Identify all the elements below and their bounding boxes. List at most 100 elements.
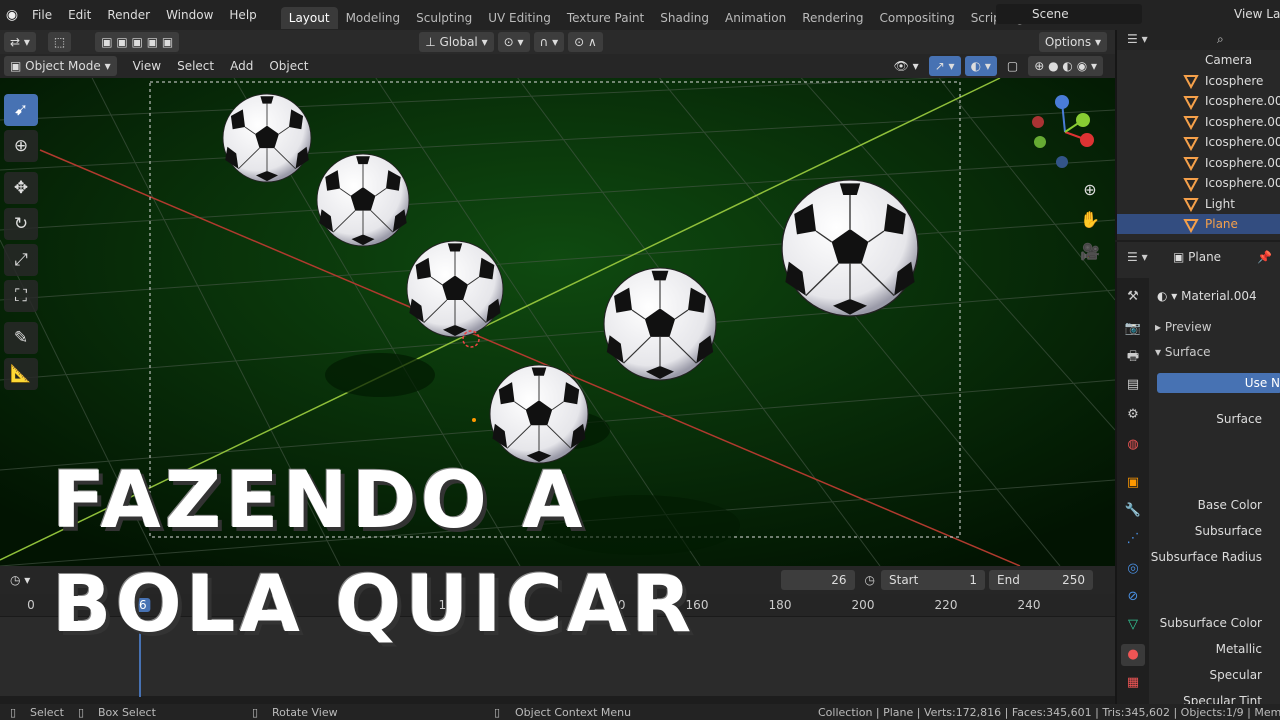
ruler-tick: 240 <box>1017 598 1041 612</box>
annotate-icon[interactable]: ✎ <box>4 322 38 354</box>
cursor-icon[interactable]: ⊕ <box>4 130 38 162</box>
clock-icon[interactable]: ◷ <box>865 573 875 587</box>
pivot-icon[interactable]: ⊙ ▾ <box>497 32 530 52</box>
status-stats: Collection | Plane | Verts:172,816 | Fac… <box>818 706 1280 719</box>
snap-icon[interactable]: ∩ ▾ <box>533 32 565 52</box>
view-layer-name: View Layer <box>1234 7 1280 21</box>
tab-modeling[interactable]: Modeling <box>338 7 409 29</box>
camera-icon[interactable]: 🎥 <box>1076 238 1104 266</box>
proportional-icon[interactable]: ⊙ ∧ <box>568 32 603 52</box>
data-tab-icon[interactable]: ▽ <box>1121 614 1145 636</box>
use-nodes-button[interactable]: Use N <box>1157 373 1280 393</box>
axis-gizmo-icon <box>1032 95 1094 168</box>
ruler-tick: 180 <box>768 598 792 612</box>
output-tab-icon[interactable]: 🖶 <box>1121 346 1145 368</box>
mouse-drag-icon: ▯ <box>78 706 85 719</box>
surface-panel[interactable]: ▾ Surface <box>1155 345 1211 359</box>
pin-icon[interactable]: 📌 <box>1257 250 1272 264</box>
scene-name: Scene <box>1032 7 1069 21</box>
scale-icon[interactable]: ⤢ <box>4 244 38 276</box>
menu-render[interactable]: Render <box>99 0 158 30</box>
view-layer-tab-icon[interactable]: ▤ <box>1121 374 1145 396</box>
search-icon[interactable]: ⌕ <box>1217 32 1224 47</box>
options-button[interactable]: Options ▾ <box>1038 32 1107 52</box>
preview-panel[interactable]: ▸ Preview <box>1155 320 1212 334</box>
menu-window[interactable]: Window <box>158 0 221 30</box>
tab-compositing[interactable]: Compositing <box>871 7 962 29</box>
select-box-icon[interactable]: ▣ ▣ ▣ ▣ ▣ <box>95 32 180 52</box>
menu-help[interactable]: Help <box>221 0 264 30</box>
shading-icon[interactable]: ⊕ ● ◐ ◉ ▾ <box>1028 56 1103 76</box>
measure-icon[interactable]: 📐 <box>4 358 38 390</box>
visibility-icon[interactable]: 👁 ▾ <box>888 56 925 76</box>
tool-tab-icon[interactable]: ⚒ <box>1121 286 1145 308</box>
ruler-tick: 0 <box>27 598 35 612</box>
navigation-gizmo[interactable] <box>1030 92 1100 172</box>
properties-header: ☰ ▾ ▣ Plane 📌 <box>1117 246 1280 272</box>
menu-select[interactable]: Select <box>171 56 220 76</box>
world-tab-icon[interactable]: ◍ <box>1121 434 1145 456</box>
tab-uv-editing[interactable]: UV Editing <box>480 7 559 29</box>
tab-animation[interactable]: Animation <box>717 7 794 29</box>
object-tab-icon[interactable]: ▣ <box>1121 472 1145 494</box>
outliner-editor-icon[interactable]: ☰ ▾ <box>1127 32 1148 46</box>
transform-mode-icon[interactable]: ⇄ ▾ <box>4 32 36 52</box>
viewport-header: ▣ Object Mode ▾ View Select Add Object 👁… <box>0 54 1115 78</box>
rotate-icon[interactable]: ↻ <box>4 208 38 240</box>
material-slot[interactable]: ◐ ▾ Material.004 <box>1157 286 1280 306</box>
transform-icon[interactable]: ⛶ <box>4 280 38 312</box>
scene-selector[interactable]: Scene <box>996 4 1142 24</box>
move-icon[interactable]: ✥ <box>4 172 38 204</box>
zoom-icon[interactable]: ⊕ <box>1076 176 1104 204</box>
ruler-tick: 200 <box>851 598 875 612</box>
outliner-label: Icosphere.003 <box>1205 135 1280 149</box>
texture-tab-icon[interactable]: ▦ <box>1121 672 1145 694</box>
status-bar: ▯ Select ▯ Box Select ▯ Rotate View ▯ Ob… <box>0 704 1280 720</box>
render-tab-icon[interactable]: 📷 <box>1121 318 1145 340</box>
current-frame-field[interactable]: 26 <box>780 570 855 590</box>
end-value: 250 <box>1062 573 1085 587</box>
modifier-tab-icon[interactable]: 🔧 <box>1121 500 1145 522</box>
end-frame-field[interactable]: End 250 <box>989 570 1093 590</box>
mode-label: Object Mode <box>25 59 101 73</box>
select-box-tool-icon[interactable]: ➹ <box>4 94 38 126</box>
material-tab-icon[interactable]: ● <box>1121 644 1145 666</box>
mouse-left-icon: ▯ <box>10 706 17 719</box>
status-rotate: Rotate View <box>272 706 338 719</box>
mouse-middle-icon: ▯ <box>252 706 259 719</box>
menu-file[interactable]: File <box>24 0 60 30</box>
constraints-tab-icon[interactable]: ⊘ <box>1121 586 1145 608</box>
view-layer-selector[interactable]: View Layer <box>1200 4 1280 24</box>
tab-rendering[interactable]: Rendering <box>794 7 871 29</box>
mode-select[interactable]: ▣ Object Mode ▾ <box>4 56 117 76</box>
particles-tab-icon[interactable]: ⋰ <box>1121 528 1145 550</box>
editor-type-icon[interactable]: ◷ ▾ <box>4 570 36 590</box>
overlay-icon[interactable]: ◐ ▾ <box>964 56 997 76</box>
menu-add[interactable]: Add <box>224 56 259 76</box>
gizmo-icon[interactable]: ↗ ▾ <box>928 56 961 76</box>
tab-shading[interactable]: Shading <box>652 7 717 29</box>
physics-tab-icon[interactable]: ◎ <box>1121 558 1145 580</box>
xray-icon[interactable]: ▢ <box>1001 56 1024 76</box>
menu-object[interactable]: Object <box>263 56 314 76</box>
tab-texture-paint[interactable]: Texture Paint <box>559 7 652 29</box>
outliner-label: Icosphere.005 <box>1205 176 1280 190</box>
status-select: Select <box>30 706 64 719</box>
object-name-label: Plane <box>1188 250 1222 264</box>
menu-edit[interactable]: Edit <box>60 0 99 30</box>
use-nodes-label: Use N <box>1244 376 1280 390</box>
start-frame-field[interactable]: Start 1 <box>881 570 985 590</box>
outliner-label: Plane <box>1205 217 1238 231</box>
scene-tab-icon[interactable]: ⚙ <box>1121 404 1145 426</box>
tab-layout[interactable]: Layout <box>280 7 338 29</box>
blender-logo-icon[interactable]: ◉ <box>0 7 24 23</box>
hand-icon[interactable]: ✋ <box>1076 206 1104 234</box>
orientation-select[interactable]: ⊥ Global ▾ <box>419 32 494 52</box>
outliner-label: Icosphere.004 <box>1205 156 1280 170</box>
select-mode-icon[interactable]: ⬚ <box>47 32 72 52</box>
menu-view[interactable]: View <box>127 56 167 76</box>
tab-sculpting[interactable]: Sculpting <box>408 7 480 29</box>
properties-editor-icon[interactable]: ☰ ▾ <box>1127 250 1148 264</box>
base-color-label: Base Color <box>1197 498 1262 512</box>
properties-tabs: ⚒ 📷 🖶 ▤ ⚙ ◍ ▣ 🔧 ⋰ ◎ ⊘ ▽ ● ▦ <box>1117 278 1149 704</box>
